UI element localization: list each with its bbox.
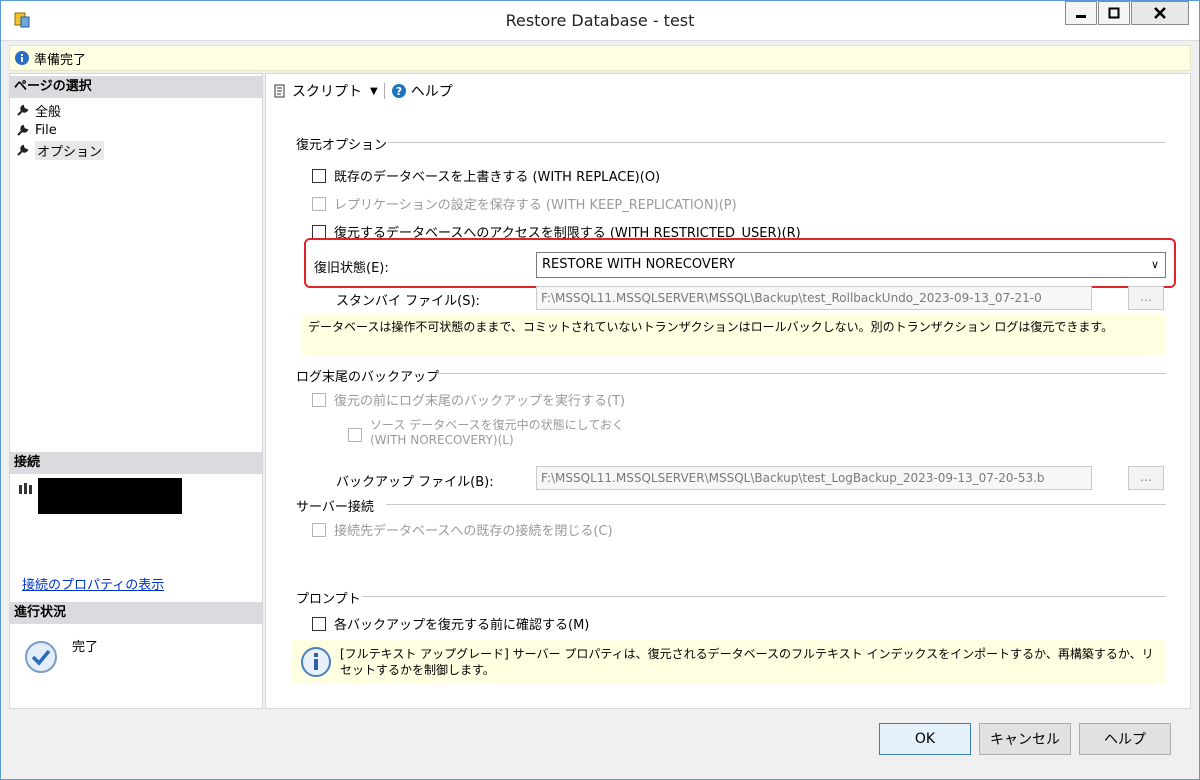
checkmark-icon	[25, 641, 57, 673]
keep-replication-label: レプリケーションの設定を保存する (WITH KEEP_REPLICATION)…	[334, 198, 737, 213]
status-text: 準備完了	[34, 52, 87, 68]
toolbar: スクリプト ▼ ? ヘルプ	[266, 74, 1190, 108]
wrench-icon	[17, 104, 29, 116]
help-dialog-button[interactable]: ヘルプ	[1079, 723, 1171, 755]
recovery-state-description: データベースは操作不可状態のままで、コミットされていないトランザクションはロール…	[302, 314, 1166, 356]
keep-replication-checkbox	[312, 196, 326, 211]
confirm-each-checkbox[interactable]	[312, 616, 326, 631]
minimize-icon	[1076, 15, 1086, 18]
restricted-user-checkbox[interactable]	[312, 224, 326, 239]
wrench-icon	[17, 144, 29, 156]
page-item-label: 全般	[35, 104, 62, 120]
with-replace-checkbox[interactable]	[312, 168, 326, 183]
group-divider	[386, 504, 1166, 505]
prompt-title: プロンプト	[296, 592, 361, 607]
progress-header: 進行状況	[10, 602, 262, 624]
connection-header: 接続	[10, 452, 262, 474]
standby-file-browse-button: ...	[1128, 286, 1164, 310]
backup-file-label: バックアップ ファイル(B):	[336, 475, 494, 490]
script-label: スクリプト	[292, 84, 362, 100]
confirm-each-option[interactable]: 各バックアップを復元する前に確認する(M)	[312, 614, 589, 633]
restore-options-title: 復元オプション	[296, 138, 388, 153]
with-replace-label: 既存のデータベースを上書きする (WITH REPLACE)(O)	[334, 170, 661, 185]
standby-file-label: スタンバイ ファイル(S):	[336, 294, 480, 309]
wrench-icon	[17, 124, 29, 136]
confirm-each-label: 各バックアップを復元する前に確認する(M)	[334, 618, 590, 633]
close-connections-option: 接続先データベースへの既存の接続を閉じる(C)	[312, 520, 613, 539]
page-item-options[interactable]: オプション	[16, 140, 105, 160]
left-panel: ページの選択 全般 File オプション 接続 接続のプロパティの表示 進行状況…	[9, 73, 263, 709]
information-icon	[301, 647, 331, 677]
recovery-state-label: 復旧状態(E):	[314, 261, 389, 276]
help-icon: ?	[391, 84, 406, 98]
tail-log-backup-label: 復元の前にログ末尾のバックアップを実行する(T)	[334, 394, 626, 409]
group-divider	[362, 596, 1166, 597]
chevron-down-icon: ∨	[1150, 258, 1159, 271]
page-item-general[interactable]: 全般	[16, 100, 61, 120]
cancel-button[interactable]: キャンセル	[979, 723, 1071, 755]
backup-file-field: F:\MSSQL11.MSSQLSERVER\MSSQL\Backup\test…	[536, 466, 1092, 490]
leave-source-line2: (WITH NORECOVERY)(L)	[370, 433, 514, 447]
recovery-state-select[interactable]: RESTORE WITH NORECOVERY ∨	[536, 252, 1166, 278]
maximize-icon	[1108, 7, 1120, 19]
right-panel: スクリプト ▼ ? ヘルプ 復元オプション 既存のデータベースを上書きする (W…	[265, 73, 1191, 709]
script-icon	[274, 84, 285, 98]
toolbar-separator	[383, 83, 385, 99]
tail-log-title: ログ末尾のバックアップ	[296, 370, 440, 385]
maximize-button[interactable]	[1098, 1, 1130, 25]
keep-replication-option: レプリケーションの設定を保存する (WITH KEEP_REPLICATION)…	[312, 194, 737, 213]
script-button[interactable]: スクリプト ▼	[272, 81, 378, 101]
standby-file-field: F:\MSSQL11.MSSQLSERVER\MSSQL\Backup\test…	[536, 286, 1092, 310]
svg-text:?: ?	[396, 85, 402, 98]
dropdown-arrow-icon: ▼	[370, 85, 378, 97]
group-divider	[436, 373, 1166, 374]
window-title: Restore Database - test	[505, 11, 695, 30]
leave-source-norecovery-checkbox	[348, 428, 362, 442]
recovery-state-value: RESTORE WITH NORECOVERY	[542, 257, 736, 272]
close-button[interactable]	[1131, 1, 1189, 25]
tail-log-backup-option: 復元の前にログ末尾のバックアップを実行する(T)	[312, 390, 625, 409]
leave-source-norecovery-option: ソース データベースを復元中の状態にしておく (WITH NORECOVERY)…	[348, 418, 624, 448]
with-replace-option[interactable]: 既存のデータベースを上書きする (WITH REPLACE)(O)	[312, 166, 660, 185]
fulltext-upgrade-info: [フルテキスト アップグレード] サーバー プロパティは、復元されるデータベース…	[292, 640, 1166, 684]
backup-file-browse-button: ...	[1128, 466, 1164, 490]
info-icon	[15, 51, 29, 65]
title-bar: Restore Database - test	[1, 1, 1199, 41]
leave-source-line1: ソース データベースを復元中の状態にしておく	[370, 418, 624, 432]
page-item-label: File	[35, 122, 57, 138]
redacted-connection-info	[38, 478, 182, 514]
view-connection-properties-link[interactable]: 接続のプロパティの表示	[22, 574, 164, 593]
help-button[interactable]: ? ヘルプ	[391, 81, 453, 101]
page-item-label: オプション	[35, 140, 105, 160]
minimize-button[interactable]	[1065, 1, 1097, 25]
page-select-header: ページの選択	[10, 76, 262, 98]
progress-status: 完了	[72, 640, 99, 655]
fulltext-upgrade-text: [フルテキスト アップグレード] サーバー プロパティは、復元されるデータベース…	[340, 647, 1154, 677]
close-connections-checkbox	[312, 522, 326, 537]
server-connections-title: サーバー接続	[296, 500, 374, 515]
help-label: ヘルプ	[410, 84, 453, 100]
restore-database-window: Restore Database - test 準備完了 ページの選択 全般 F…	[0, 0, 1200, 780]
description-text: データベースは操作不可状態のままで、コミットされていないトランザクションはロール…	[308, 320, 1114, 334]
close-connections-label: 接続先データベースへの既存の接続を閉じる(C)	[334, 524, 613, 539]
status-bar: 準備完了	[9, 45, 1191, 71]
server-connection-icon	[19, 483, 32, 494]
tail-log-backup-checkbox	[312, 392, 326, 407]
group-divider	[388, 142, 1166, 143]
page-item-file[interactable]: File	[16, 120, 57, 140]
close-icon	[1154, 7, 1166, 19]
ok-button[interactable]: OK	[879, 723, 971, 755]
